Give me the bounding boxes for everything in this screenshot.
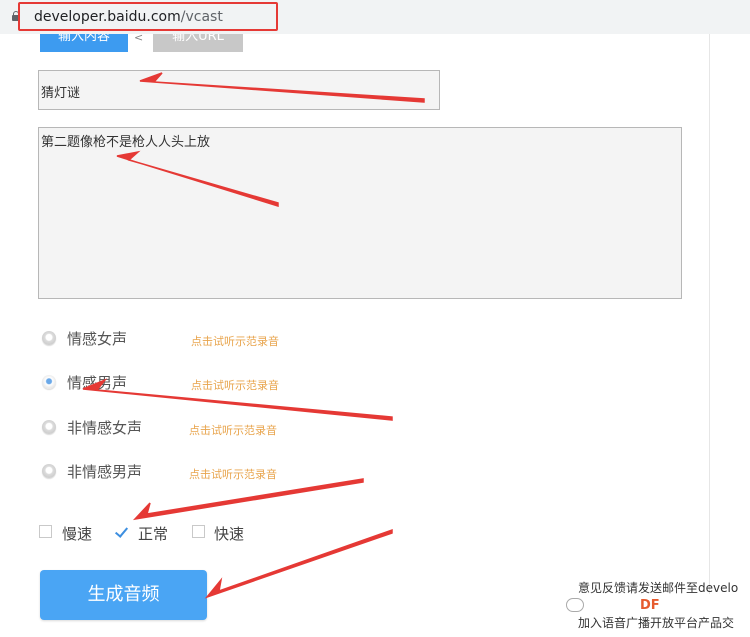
join-group-text: 加入语音广播开放平台产品交 [578, 616, 735, 630]
radio-emotional-female[interactable] [42, 331, 56, 345]
voice-label: 非情感女声 [67, 419, 143, 437]
speed-label-slow: 慢速 [62, 525, 93, 543]
radio-neutral-female[interactable] [42, 420, 56, 434]
sample-link-emotional-female[interactable]: 点击试听示范录音 [191, 333, 279, 349]
radio-neutral-male[interactable] [42, 464, 56, 478]
radio-emotional-male[interactable] [42, 375, 56, 389]
content-textarea[interactable]: 第二题像枪不是枪人人头上放 [38, 127, 682, 299]
wechat-icon [566, 598, 584, 612]
tab-separator: < [134, 31, 144, 44]
speed-label-normal: 正常 [138, 525, 169, 543]
url-highlight-box [18, 2, 278, 31]
tab-input-url[interactable]: 输入URL [153, 34, 243, 52]
generate-audio-button[interactable]: 生成音频 [40, 570, 207, 620]
tab-input-content[interactable]: 输入内容 [40, 34, 128, 52]
voice-label: 情感男声 [67, 374, 128, 392]
sample-link-neutral-female[interactable]: 点击试听示范录音 [189, 422, 277, 438]
title-input[interactable]: 猜灯谜 [38, 70, 440, 110]
watermark-brand: DF [640, 598, 660, 613]
content-divider [709, 34, 710, 594]
speed-options: 慢速 正常 快速 [38, 522, 278, 544]
speed-label-fast: 快速 [214, 525, 245, 543]
checkbox-fast[interactable] [192, 525, 205, 538]
sample-link-neutral-male[interactable]: 点击试听示范录音 [189, 466, 277, 482]
checkbox-normal[interactable] [115, 525, 128, 538]
checkbox-slow[interactable] [39, 525, 52, 538]
sample-link-emotional-male[interactable]: 点击试听示范录音 [191, 377, 279, 393]
voice-label: 非情感男声 [67, 463, 143, 481]
voice-label: 情感女声 [67, 330, 128, 348]
